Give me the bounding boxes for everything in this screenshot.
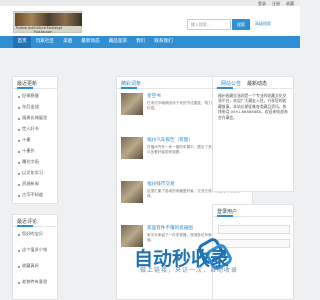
latest-panel: 最近更新 纪律稳健 年后出战 福建长城展览 世人好书 十墨 十墨作 曝光字画 以…	[12, 76, 58, 204]
list-item[interactable]: 十墨作	[18, 148, 56, 156]
comments-title: 最近评论	[17, 219, 38, 225]
list-item[interactable]: 十墨	[18, 137, 56, 145]
username-field[interactable]	[218, 225, 290, 234]
item-title[interactable]: 福州汽车报告（有图）	[147, 137, 193, 143]
thumbnail	[121, 181, 143, 203]
recommend-title: 精彩词条	[121, 81, 142, 87]
nav-collection[interactable]: 藏品鉴赏	[104, 36, 131, 48]
thumbnail	[121, 93, 143, 115]
list-item[interactable]: 古币不知道	[18, 192, 56, 200]
list-item[interactable]: 曝光字画	[18, 159, 56, 167]
comments-panel: 最近评论 您好的宝贝 这个值多少钱 收藏真好 老物件有意思	[12, 214, 58, 300]
thumbnail	[121, 137, 143, 159]
list-item[interactable]: 这个值多少钱	[18, 247, 56, 255]
login-title: 登录用户	[217, 209, 238, 215]
nav-about[interactable]: 我们	[132, 36, 150, 48]
item-title[interactable]: 家里有件不懂的瓷器图	[147, 225, 193, 231]
item-title[interactable]: 星空书	[147, 93, 161, 99]
list-item[interactable]: 收藏真好	[18, 263, 56, 271]
nav-gallery[interactable]: 美图	[59, 36, 77, 48]
list-item[interactable]: 年后出战	[18, 104, 56, 112]
list-item[interactable]: 资源新闻	[18, 181, 56, 189]
item-title[interactable]: 福州钱币交易	[147, 181, 175, 187]
tab-notice[interactable]: 网站公告	[221, 80, 241, 87]
list-item[interactable]: 以文化学习	[18, 170, 56, 178]
latest-title: 最近更新	[17, 81, 38, 87]
search-input[interactable]: 输入搜索...	[187, 19, 231, 30]
site-header: Pudola AntiCulture Exchange Pud.tw.com 输…	[0, 6, 300, 36]
notice-text: 福州收藏交流网是一个专业的收藏文化交流平台，欢迎广大藏友入驻，分享您的收藏故事。…	[218, 93, 288, 120]
tab-news[interactable]: 最新动态	[247, 80, 267, 87]
advanced-search-link[interactable]: 高级搜索	[255, 21, 271, 27]
list-item[interactable]: 老物件有意思	[18, 279, 56, 287]
list-item[interactable]: 福建长城展览	[18, 115, 56, 123]
watermark-sub: 做上链接，来访一次，自动收录	[140, 267, 239, 274]
list-item[interactable]: 纪律稳健	[18, 93, 56, 101]
notice-panel: 网站公告 最新动态 福州收藏交流网是一个专业的收藏文化交流平台，欢迎广大藏友入驻…	[212, 76, 294, 192]
site-logo[interactable]: Pudola AntiCulture Exchange Pud.tw.com	[13, 11, 82, 34]
nav-home[interactable]: 首页	[13, 36, 32, 48]
logo-domain: Pud.tw.com	[34, 30, 53, 34]
nav-news[interactable]: 最新动态	[77, 36, 104, 48]
nav-contact[interactable]: 联系我们	[150, 36, 177, 48]
search-button[interactable]: 搜索	[232, 19, 250, 30]
main-nav: 首页 玩家社区 美图 最新动态 藏品鉴赏 我们 联系我们	[0, 36, 300, 48]
nav-community[interactable]: 玩家社区	[31, 36, 58, 48]
list-item[interactable]: 世人好书	[18, 126, 56, 134]
logo-image	[15, 13, 82, 26]
list-item[interactable]: 您好的宝贝	[18, 231, 56, 239]
